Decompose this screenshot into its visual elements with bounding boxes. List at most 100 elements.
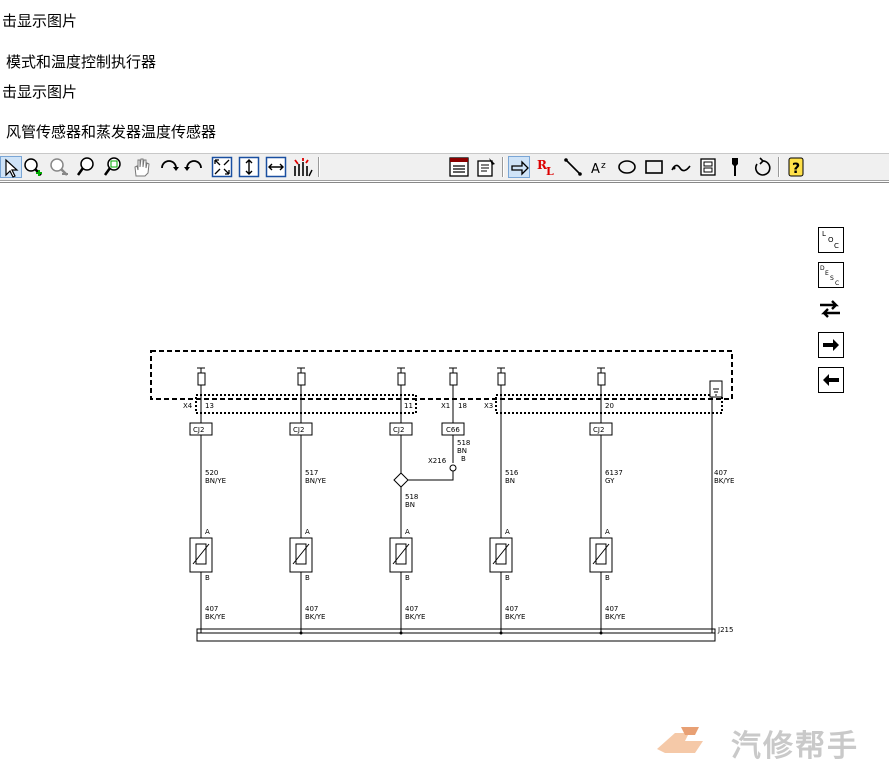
svg-text:A: A — [205, 528, 210, 536]
wire-color-520: BN/YE — [205, 477, 226, 485]
rotate-cw-icon[interactable] — [158, 156, 180, 178]
ground-wire-color-2: BK/YE — [305, 613, 325, 621]
line-tool-icon[interactable] — [562, 156, 584, 178]
svg-text:B: B — [605, 574, 610, 582]
ground-wire-label-2: 407 — [305, 605, 318, 613]
svg-text:L: L — [546, 165, 554, 178]
loop-tool-icon[interactable] — [616, 156, 638, 178]
splice-pin — [449, 464, 457, 472]
fit-page-icon[interactable] — [211, 156, 233, 178]
watermark: 汽修帮手 — [655, 719, 889, 764]
zoom-in-icon[interactable] — [22, 156, 44, 178]
svg-text:B: B — [505, 574, 510, 582]
terminal-1 — [197, 367, 206, 388]
toolbar-separator — [778, 157, 780, 177]
ground-wire-label-5: 407 — [605, 605, 618, 613]
svg-text:CJ2: CJ2 — [593, 426, 604, 434]
splice-color: BN — [457, 447, 467, 455]
component-tool-icon[interactable] — [697, 156, 719, 178]
wire-color-518: BN — [405, 501, 415, 509]
ground-wire-color-3: BK/YE — [405, 613, 425, 621]
highlight-icon[interactable] — [292, 156, 314, 178]
clip-cj2-1: CJ2 — [189, 422, 213, 436]
zoom-area-icon[interactable] — [102, 156, 124, 178]
show-image-link-2[interactable]: 击显示图片 — [2, 83, 77, 101]
wire-color-6137: GY — [605, 477, 615, 485]
splice-pin-b: B — [461, 455, 466, 463]
splice-label: X216 — [428, 457, 447, 465]
help-icon[interactable]: ? — [785, 156, 807, 178]
connector-pin-18: 18 — [458, 402, 467, 410]
wire-label-516: 516 — [505, 469, 519, 477]
svg-text:CJ2: CJ2 — [193, 426, 204, 434]
section-title-duct-evaporator-sensors: 风管传感器和蒸发器温度传感器 — [6, 123, 217, 141]
connector-pin-13: 13 — [205, 402, 214, 410]
diagram-toolbar: RL Az ? — [0, 153, 889, 181]
connector-label-x3: X3 — [484, 402, 493, 410]
wiring-diagram: X4 13 X1 18 X3 11 20 CJ2 CJ2 CJ2 C66 CJ2… — [150, 350, 734, 642]
wire-label-518: 518 — [405, 493, 418, 501]
wire-color-517: BN/YE — [305, 477, 326, 485]
fit-width-icon[interactable] — [265, 156, 287, 178]
section-title-mode-temp-actuator: 模式和温度控制执行器 — [6, 53, 157, 71]
rotate-ccw-icon[interactable] — [183, 156, 205, 178]
ground-wire-color-4: BK/YE — [505, 613, 525, 621]
pan-hand-icon[interactable] — [130, 156, 152, 178]
properties-icon[interactable] — [475, 156, 497, 178]
text-tool-icon[interactable]: Az — [589, 156, 611, 178]
watermark-text: 汽修帮手 — [731, 729, 859, 764]
svg-text:B: B — [405, 574, 410, 582]
hvac-module-box — [150, 350, 733, 400]
ground-wire-color-1: BK/YE — [205, 613, 225, 621]
terminal-3 — [397, 367, 406, 388]
wire-label-517: 517 — [305, 469, 318, 477]
terminal-5 — [497, 367, 506, 388]
rect-tool-icon[interactable] — [643, 156, 665, 178]
svg-text:A: A — [605, 528, 610, 536]
ground-wire-color-5: BK/YE — [605, 613, 625, 621]
svg-text:CJ2: CJ2 — [293, 426, 304, 434]
svg-text:CJ2: CJ2 — [393, 426, 404, 434]
show-image-link-1[interactable]: 击显示图片 — [2, 12, 77, 30]
select-arrow-icon[interactable] — [0, 156, 22, 178]
terminal-6 — [597, 367, 606, 388]
ground-terminal — [709, 380, 723, 398]
clip-cj2-5: CJ2 — [589, 422, 613, 436]
watermark-logo-icon — [657, 727, 703, 753]
svg-text:B: B — [205, 574, 210, 582]
wire-color-516: BN — [505, 477, 515, 485]
fit-height-icon[interactable] — [238, 156, 260, 178]
probe-tool-icon[interactable] — [724, 156, 746, 178]
rl-label-icon[interactable]: RL — [536, 156, 558, 178]
connector-box-x4 — [195, 394, 417, 414]
wire-label-6137: 6137 — [605, 469, 623, 477]
splice-x216 — [393, 472, 409, 488]
toolbar-separator — [502, 157, 504, 177]
wire-label-520: 520 — [205, 469, 218, 477]
svg-text:A: A — [405, 528, 410, 536]
svg-text:A: A — [591, 162, 600, 177]
undo-icon[interactable] — [751, 156, 773, 178]
svg-text:?: ? — [792, 161, 800, 177]
svg-text:z: z — [601, 161, 606, 171]
wave-tool-icon[interactable] — [670, 156, 692, 178]
clip-cj2-2: CJ2 — [289, 422, 313, 436]
clip-cj2-3: CJ2 — [389, 422, 413, 436]
toolbar-separator — [318, 157, 320, 177]
connector-label-x1: X1 — [441, 402, 450, 410]
svg-text:C66: C66 — [446, 426, 460, 434]
terminal-2 — [297, 367, 306, 388]
ground-wire-label-3: 407 — [405, 605, 418, 613]
diagram-canvas[interactable]: LOC DESC X4 13 X1 18 X3 11 20 CJ2 CJ2 CJ… — [0, 182, 889, 765]
ground-wire-label-4: 407 — [505, 605, 518, 613]
ground-bar-j215 — [196, 628, 716, 642]
zoom-icon[interactable] — [76, 156, 98, 178]
zoom-out-icon[interactable] — [48, 156, 70, 178]
clip-c66: C66 — [441, 422, 465, 436]
arrow-tool-icon[interactable] — [508, 156, 530, 178]
list-icon[interactable] — [448, 156, 470, 178]
ground-bar-label: J215 — [717, 626, 733, 634]
svg-text:B: B — [305, 574, 310, 582]
ground-wire-label-1: 407 — [205, 605, 218, 613]
wire-color-407: BK/YE — [714, 477, 734, 485]
